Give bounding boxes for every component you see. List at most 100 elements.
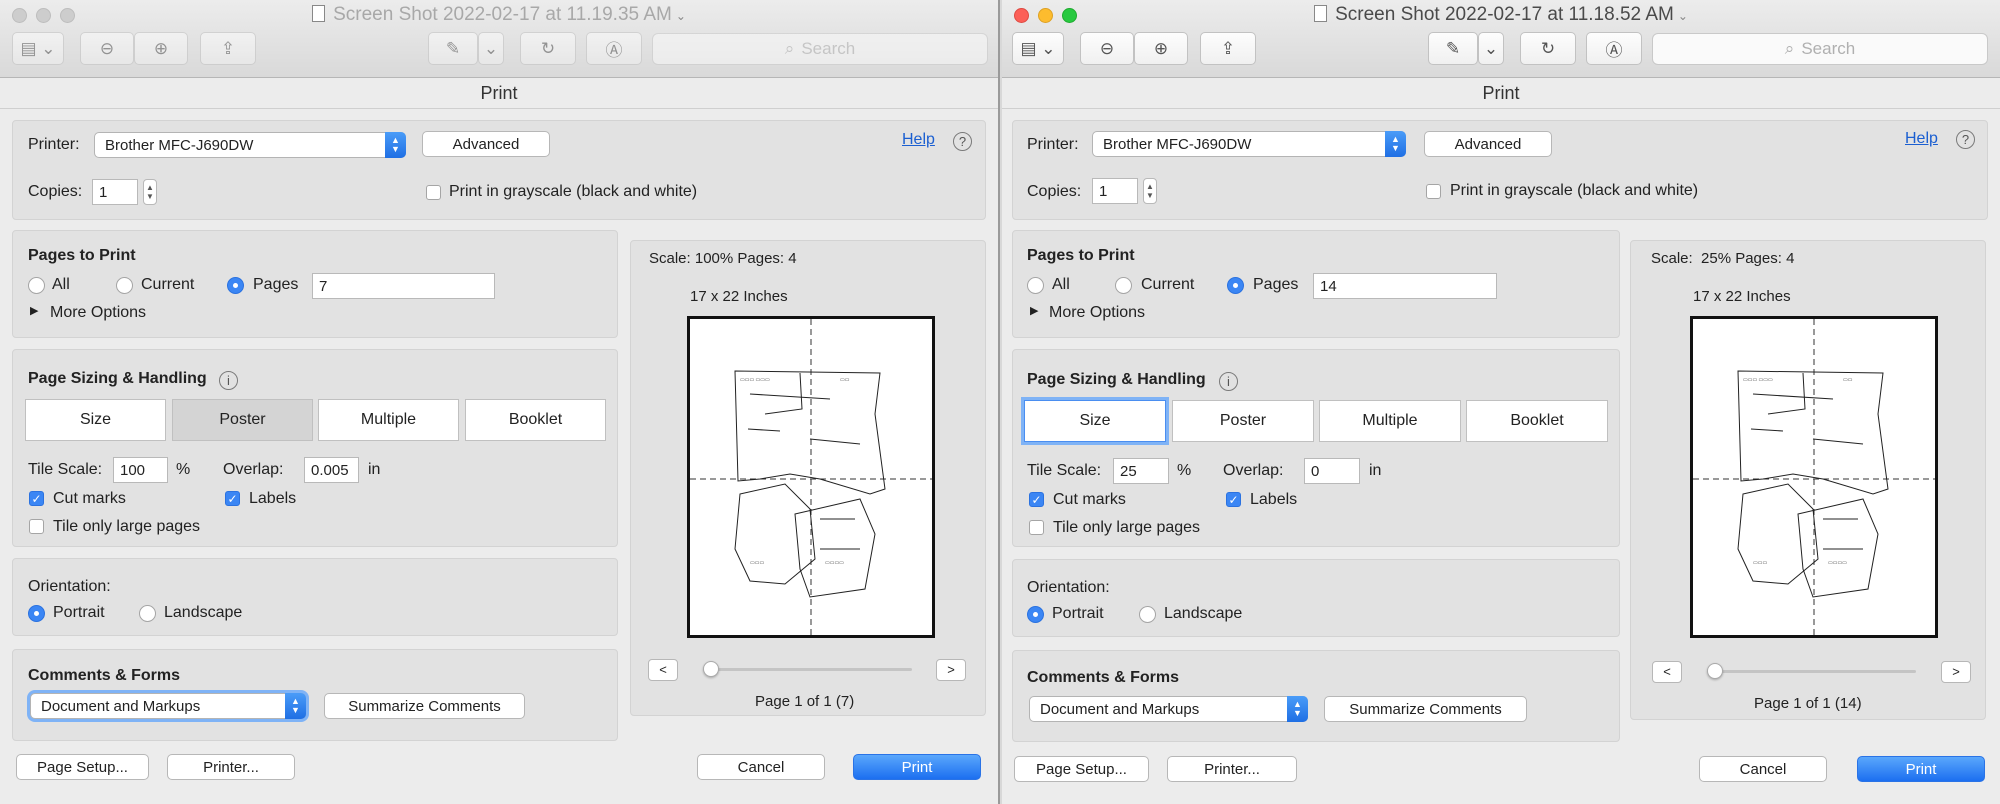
svg-text:▭▭: ▭▭ (840, 377, 850, 383)
copies-label: Copies: (28, 183, 83, 200)
comments-select[interactable]: Document and Markups ▲ ▼ (1029, 696, 1308, 722)
labels-checkbox[interactable]: ✓ (225, 491, 240, 506)
share-button[interactable]: ⇪ (200, 32, 256, 65)
printer-select[interactable]: Brother MFC-J690DW ▲ ▼ (1092, 131, 1406, 157)
svg-text:▭▭▭▭: ▭▭▭▭ (1828, 560, 1847, 566)
size-tab[interactable]: Size (25, 399, 166, 441)
printer-button[interactable]: Printer... (167, 754, 295, 780)
summarize-comments-button[interactable]: Summarize Comments (324, 693, 525, 719)
multiple-tab[interactable]: Multiple (1319, 400, 1461, 442)
cancel-button[interactable]: Cancel (697, 754, 825, 780)
zoom-out-button[interactable]: ⊖ (1080, 32, 1134, 65)
previous-page-button[interactable]: < (648, 659, 678, 681)
overlap-input[interactable]: 0.005 (304, 457, 359, 483)
zoom-in-button[interactable]: ⊕ (1134, 32, 1188, 65)
markup-button[interactable]: ✎ (428, 32, 478, 65)
cut-marks-checkbox[interactable]: ✓ (1029, 492, 1044, 507)
disclosure-triangle-icon[interactable]: ▶ (30, 304, 38, 317)
poster-tab[interactable]: Poster (172, 399, 313, 441)
pages-radio[interactable] (1227, 277, 1244, 294)
orientation-panel (1012, 559, 1620, 637)
info-icon[interactable]: i (1219, 372, 1238, 391)
sidebar-toggle-button[interactable]: ▤ ⌄ (1012, 32, 1064, 65)
pages-radio[interactable] (227, 277, 244, 294)
summarize-comments-button[interactable]: Summarize Comments (1324, 696, 1527, 722)
page-slider-knob[interactable] (1707, 663, 1723, 679)
page-setup-button[interactable]: Page Setup... (16, 754, 149, 780)
page-slider-knob[interactable] (703, 661, 719, 677)
cancel-button[interactable]: Cancel (1699, 756, 1827, 782)
disclosure-triangle-icon[interactable]: ▶ (1030, 304, 1038, 317)
next-page-button[interactable]: > (1941, 661, 1971, 683)
overlap-input[interactable]: 0 (1304, 458, 1360, 484)
copies-stepper[interactable]: ▲ ▼ (143, 179, 157, 205)
portrait-radio[interactable] (28, 605, 45, 622)
tile-only-large-checkbox[interactable] (29, 519, 44, 534)
landscape-radio[interactable] (1139, 606, 1156, 623)
advanced-button[interactable]: Advanced (1424, 131, 1552, 157)
current-radio[interactable] (116, 277, 133, 294)
zoom-in-button[interactable]: ⊕ (134, 32, 188, 65)
share-button[interactable]: ⇪ (1200, 32, 1256, 65)
portrait-radio[interactable] (1027, 606, 1044, 623)
poster-tab[interactable]: Poster (1172, 400, 1314, 442)
chevron-left-icon: < (659, 662, 667, 677)
multiple-tab[interactable]: Multiple (318, 399, 459, 441)
grayscale-checkbox[interactable] (426, 185, 441, 200)
chevron-down-icon[interactable]: ⌄ (676, 9, 686, 23)
orientation-label: Orientation: (1027, 579, 1110, 596)
printer-button[interactable]: Printer... (1167, 756, 1297, 782)
booklet-tab[interactable]: Booklet (465, 399, 606, 441)
copies-input[interactable]: 1 (92, 179, 138, 205)
landscape-radio[interactable] (139, 605, 156, 622)
tile-scale-input[interactable]: 100 (113, 457, 168, 483)
annotate-button[interactable]: Ⓐ (1586, 32, 1642, 65)
pages-to-print-heading: Pages to Print (28, 247, 136, 264)
all-radio[interactable] (28, 277, 45, 294)
page-indicator: Page 1 of 1 (14) (1754, 695, 1862, 712)
cut-marks-label: Cut marks (53, 490, 126, 507)
help-icon[interactable]: ? (953, 132, 972, 151)
size-tab[interactable]: Size (1024, 400, 1166, 442)
help-icon[interactable]: ? (1956, 130, 1975, 149)
search-field[interactable]: ⌕ Search (652, 33, 988, 65)
chevron-down-icon[interactable]: ⌄ (1678, 9, 1688, 23)
print-button[interactable]: Print (1857, 756, 1985, 782)
cut-marks-checkbox[interactable]: ✓ (29, 491, 44, 506)
previous-page-button[interactable]: < (1652, 661, 1682, 683)
markup-menu-button[interactable]: ⌄ (478, 32, 504, 65)
zoom-out-button[interactable]: ⊖ (80, 32, 134, 65)
page-setup-button[interactable]: Page Setup... (1014, 756, 1149, 782)
labels-checkbox[interactable]: ✓ (1226, 492, 1241, 507)
markup-button[interactable]: ✎ (1428, 32, 1478, 65)
rotate-button[interactable]: ↻ (1520, 32, 1576, 65)
page-slider[interactable] (1714, 670, 1916, 673)
more-options-label[interactable]: More Options (50, 304, 146, 322)
advanced-button[interactable]: Advanced (422, 131, 550, 157)
more-options-label[interactable]: More Options (1049, 304, 1145, 322)
tile-only-large-checkbox[interactable] (1029, 520, 1044, 535)
current-radio[interactable] (1115, 277, 1132, 294)
annotate-button[interactable]: Ⓐ (586, 32, 642, 65)
markup-menu-button[interactable]: ⌄ (1478, 32, 1504, 65)
printer-select[interactable]: Brother MFC-J690DW ▲ ▼ (94, 132, 406, 158)
tile-scale-input[interactable]: 25 (1113, 458, 1169, 484)
help-link[interactable]: Help (1905, 130, 1938, 148)
pages-input[interactable]: 7 (312, 273, 495, 299)
sidebar-toggle-button[interactable]: ▤ ⌄ (12, 32, 64, 65)
booklet-tab[interactable]: Booklet (1466, 400, 1608, 442)
copies-input[interactable]: 1 (1092, 178, 1138, 204)
print-button[interactable]: Print (853, 754, 981, 780)
comments-select[interactable]: Document and Markups ▲ ▼ (30, 693, 306, 719)
pages-input[interactable]: 14 (1313, 273, 1497, 299)
info-icon[interactable]: i (219, 371, 238, 390)
grayscale-checkbox[interactable] (1426, 184, 1441, 199)
search-field[interactable]: ⌕ Search (1652, 33, 1988, 65)
next-page-button[interactable]: > (936, 659, 966, 681)
rotate-button[interactable]: ↻ (520, 32, 576, 65)
all-radio[interactable] (1027, 277, 1044, 294)
page-preview: ▭▭▭ ▭▭▭ ▭▭ ▭▭▭▭ ▭▭▭ (1690, 316, 1938, 638)
help-link[interactable]: Help (902, 131, 935, 149)
page-slider[interactable] (710, 668, 912, 671)
copies-stepper[interactable]: ▲ ▼ (1143, 178, 1157, 204)
